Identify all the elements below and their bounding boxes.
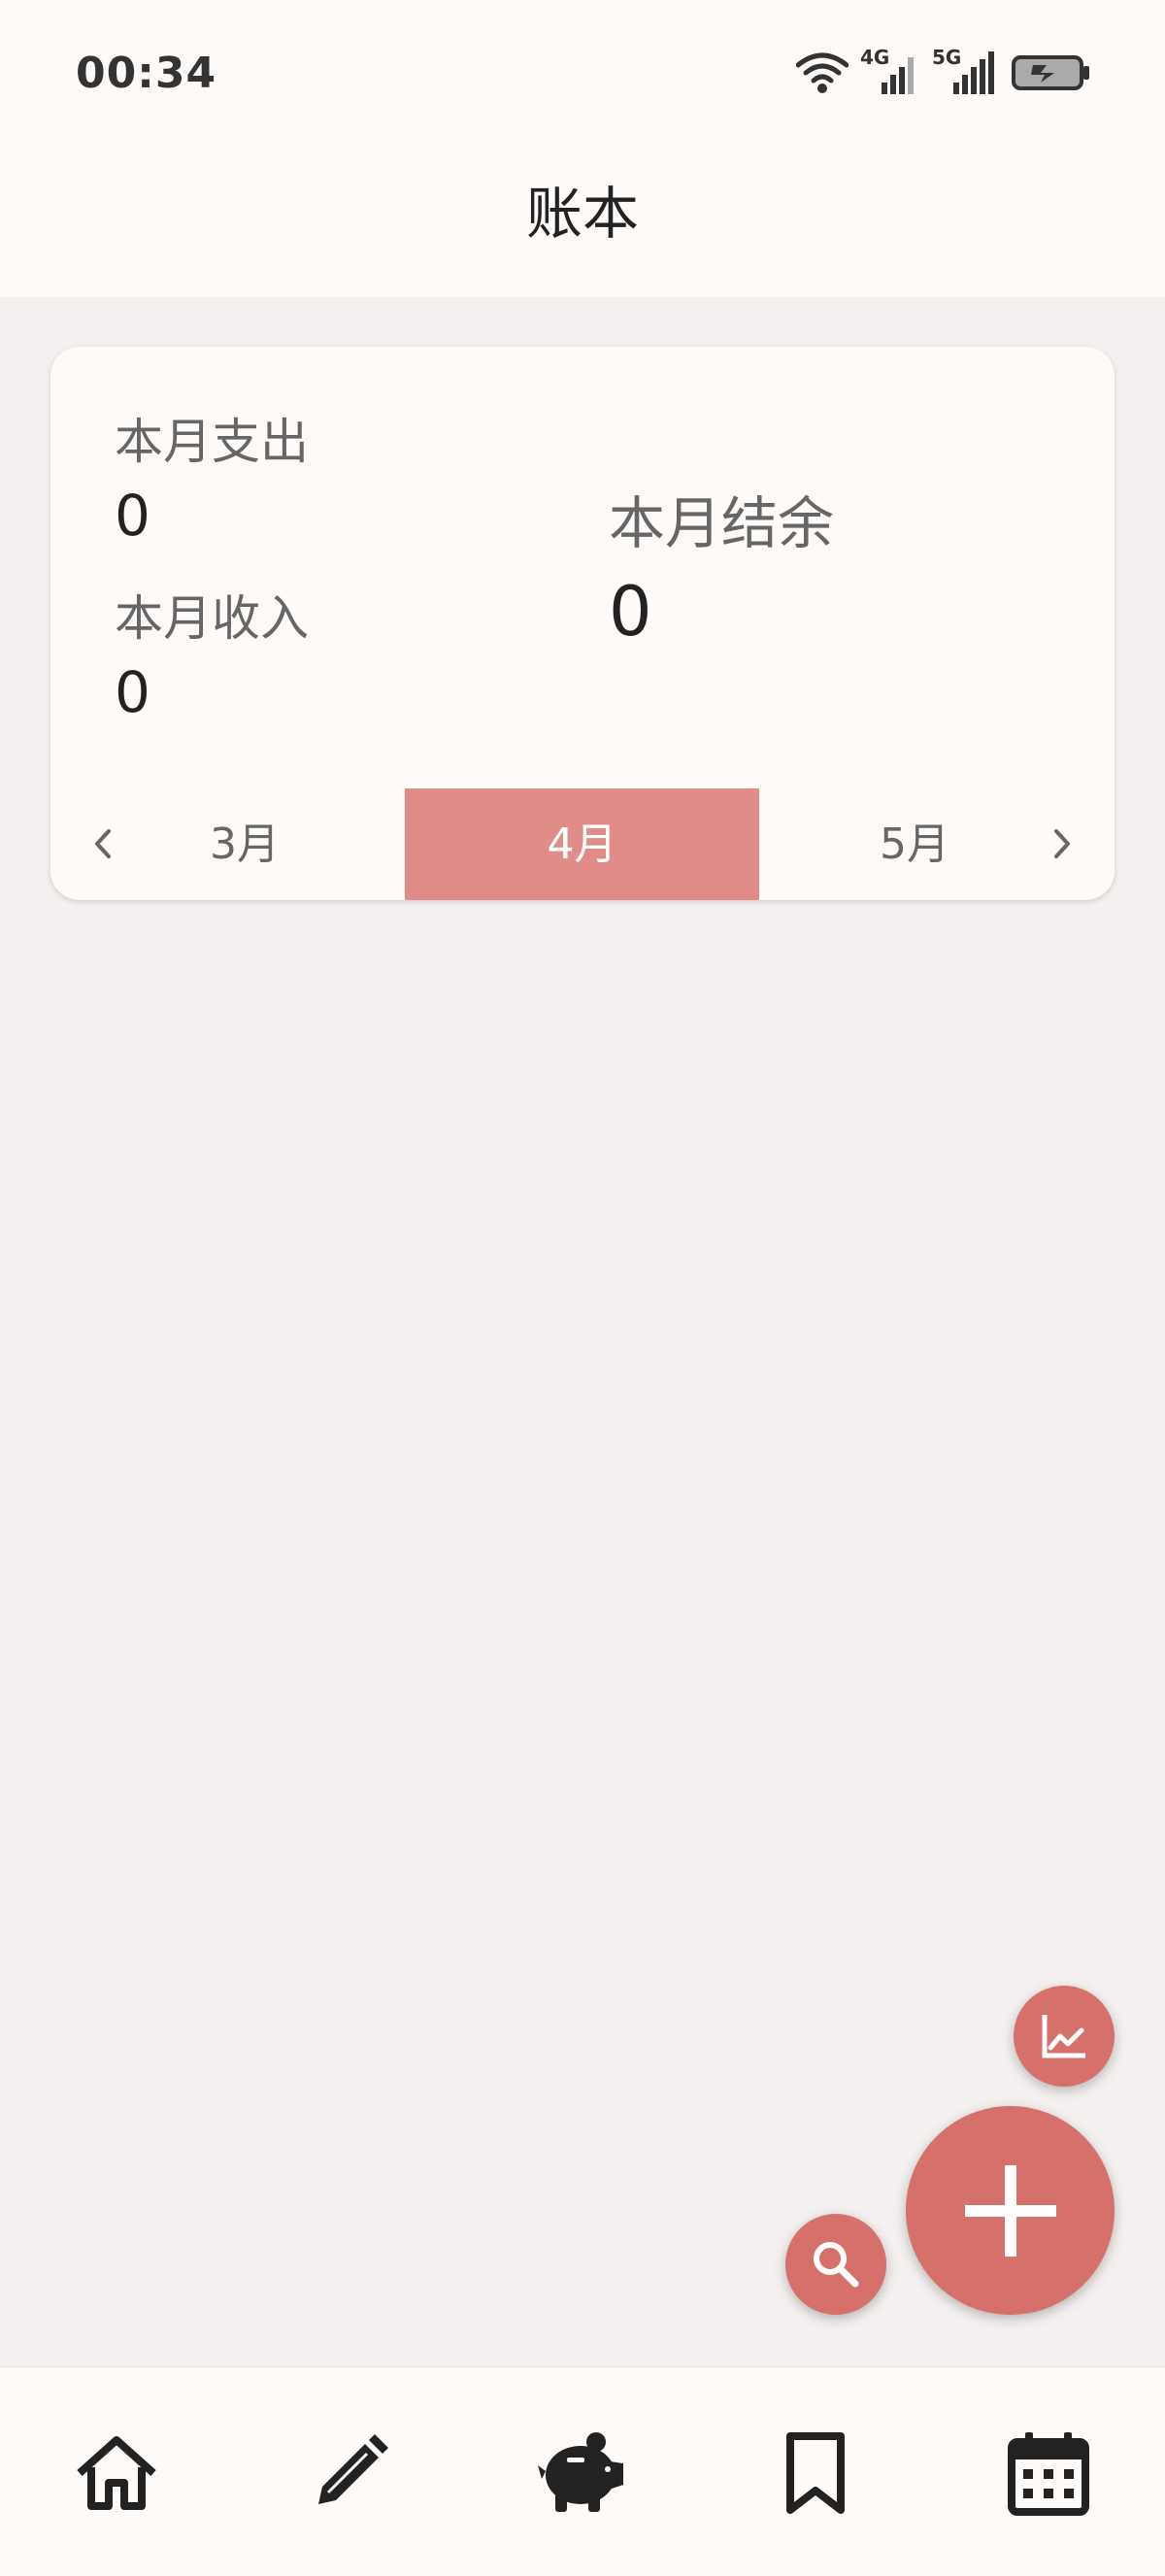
pencil-icon — [318, 2434, 388, 2504]
month-current[interactable]: 4月 — [405, 788, 759, 900]
income-value: 0 — [115, 659, 150, 725]
month-prev[interactable]: 3月 — [157, 788, 332, 900]
nav-ledger[interactable] — [529, 2420, 636, 2526]
chevron-left-icon[interactable] — [80, 820, 128, 868]
bottom-navigation — [0, 2366, 1165, 2576]
calendar-icon — [1008, 2432, 1089, 2516]
status-bar: 00:34 4G 5G — [0, 0, 1165, 146]
expense-label: 本月支出 — [115, 414, 309, 470]
battery-charging-icon — [1012, 55, 1089, 90]
balance-label: 本月结余 — [609, 490, 835, 556]
chart-button[interactable] — [1014, 1986, 1115, 2087]
app-bar: 账本 — [0, 146, 1165, 297]
chart-icon — [1042, 2015, 1085, 2058]
search-icon — [814, 2242, 859, 2288]
signal-5g-icon: 5G — [932, 46, 1000, 96]
expense-value: 0 — [115, 483, 150, 549]
nav-bookmark[interactable] — [762, 2420, 869, 2526]
bookmark-icon — [786, 2432, 845, 2514]
month-selector: 3月 4月 5月 — [50, 788, 1115, 900]
wifi-icon — [796, 52, 849, 93]
add-record-button[interactable] — [906, 2106, 1115, 2315]
month-next[interactable]: 5月 — [827, 788, 1002, 900]
nav-edit[interactable] — [296, 2420, 403, 2526]
search-button[interactable] — [785, 2214, 886, 2315]
income-label: 本月收入 — [115, 590, 309, 647]
chevron-right-icon[interactable] — [1037, 820, 1085, 868]
nav-calendar[interactable] — [995, 2420, 1102, 2526]
monthly-summary-card: 本月支出 0 本月收入 0 本月结余 0 3月 4月 5月 — [50, 347, 1115, 900]
page-title: 账本 — [525, 181, 639, 247]
status-icons: 4G 5G — [796, 46, 1091, 97]
piggy-bank-icon — [538, 2432, 623, 2512]
add-icon — [964, 2164, 1056, 2257]
balance-value: 0 — [609, 572, 652, 652]
signal-4g-icon: 4G — [860, 46, 920, 96]
nav-home[interactable] — [63, 2420, 170, 2526]
home-icon — [77, 2436, 156, 2510]
status-time: 00:34 — [76, 49, 217, 98]
